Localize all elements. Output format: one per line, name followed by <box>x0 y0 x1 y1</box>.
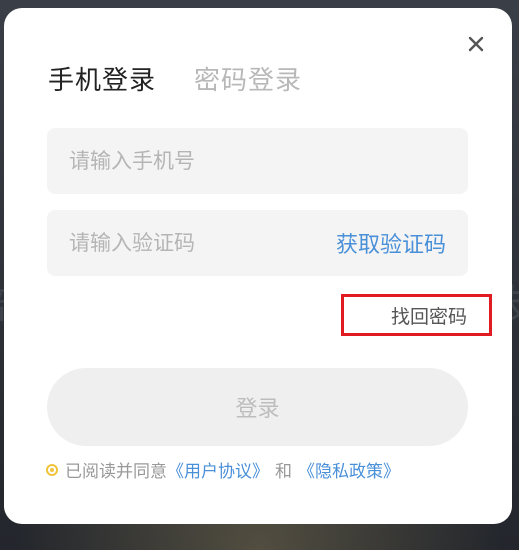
close-button[interactable] <box>466 34 486 54</box>
login-tabs: 手机登录 密码登录 <box>48 60 302 97</box>
login-dialog: 手机登录 密码登录 获取验证码 找回密码 登录 已阅读并同意 《用户协议》 和 … <box>4 8 512 524</box>
agreement-radio[interactable] <box>46 463 58 476</box>
code-field-container: 获取验证码 <box>47 210 468 276</box>
user-agreement-link[interactable]: 《用户协议》 <box>167 457 269 482</box>
privacy-policy-link[interactable]: 《隐私政策》 <box>298 457 400 482</box>
tab-password-login[interactable]: 密码登录 <box>194 60 302 97</box>
tab-phone-login[interactable]: 手机登录 <box>48 60 156 97</box>
verification-code-input[interactable] <box>69 231 336 255</box>
forgot-password-link[interactable]: 找回密码 <box>341 294 492 336</box>
login-button[interactable]: 登录 <box>47 368 468 446</box>
get-code-button[interactable]: 获取验证码 <box>336 227 446 259</box>
phone-input[interactable] <box>69 149 446 173</box>
close-icon <box>468 36 484 52</box>
phone-field-container <box>47 128 468 194</box>
agreement-prefix: 已阅读并同意 <box>65 462 167 482</box>
agreement-and: 和 <box>275 462 292 482</box>
agreement-row: 已阅读并同意 《用户协议》 和 《隐私政策》 <box>46 457 400 482</box>
